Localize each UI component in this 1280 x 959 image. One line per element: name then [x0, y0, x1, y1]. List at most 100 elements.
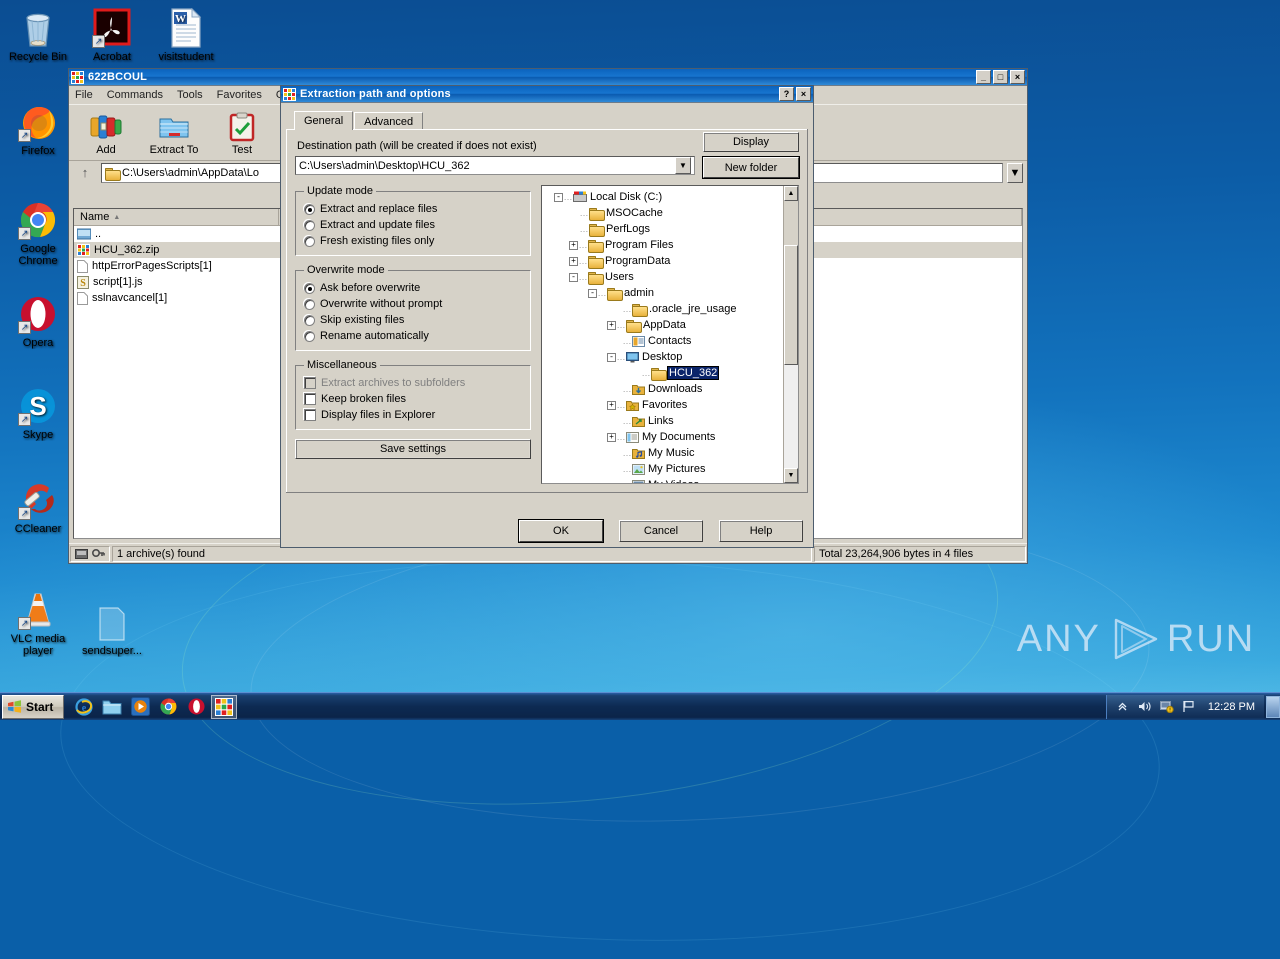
radio-icon[interactable] — [304, 282, 315, 294]
tree-toggle-expand-icon[interactable]: + — [607, 432, 616, 442]
tree-toggle-collapse-icon[interactable]: - — [554, 192, 563, 202]
tree-node-my-documents[interactable]: + … My Documents — [544, 429, 783, 445]
checkbox-icon[interactable] — [304, 409, 316, 421]
dialog-tabs[interactable]: General Advanced — [286, 111, 808, 130]
desktop-icon-sendsuper[interactable]: sendsuper... — [76, 600, 148, 657]
desktop-icon-vlc[interactable]: ↗ VLC media player — [2, 588, 74, 657]
new-folder-button[interactable]: New folder — [703, 157, 799, 178]
cancel-button[interactable]: Cancel — [619, 520, 703, 542]
quick-launch-bar[interactable]: e — [68, 694, 240, 719]
desktop-icon-firefox[interactable]: ↗ Firefox — [2, 100, 74, 157]
toolbar-test-button[interactable]: Test — [209, 110, 275, 156]
menu-tools[interactable]: Tools — [177, 89, 203, 101]
dialog-close-button[interactable]: × — [796, 87, 811, 101]
radio-icon[interactable] — [304, 235, 315, 247]
tree-vertical-scrollbar[interactable]: ▲ ▼ — [783, 186, 798, 483]
radio-icon[interactable] — [304, 330, 315, 342]
taskbar-item-windows-explorer[interactable] — [99, 695, 125, 719]
tree-toggle-collapse-icon[interactable]: - — [607, 352, 616, 362]
tree-node-favorites[interactable]: + … Favorites — [544, 397, 783, 413]
desktop-icon-acrobat[interactable]: ↗ Acrobat — [76, 6, 148, 63]
checkbox-display-files-in-explorer[interactable]: Display files in Explorer — [304, 407, 524, 423]
desktop-icon-skype[interactable]: S ↗ Skype — [2, 384, 74, 441]
tree-toggle-expand-icon[interactable]: + — [569, 240, 578, 250]
tree-toggle-collapse-icon[interactable]: - — [569, 272, 578, 282]
menu-file[interactable]: File — [75, 89, 93, 101]
radio-icon[interactable] — [304, 219, 315, 231]
tree-node-appdata[interactable]: + … AppData — [544, 317, 783, 333]
menu-favorites[interactable]: Favorites — [217, 89, 262, 101]
minimize-button[interactable]: _ — [976, 70, 991, 84]
tree-node-perflogs[interactable]: … PerfLogs — [544, 221, 783, 237]
radio-extract-and-replace[interactable]: Extract and replace files — [304, 201, 524, 217]
volume-button[interactable] — [1137, 699, 1153, 715]
start-button[interactable]: Start — [2, 694, 65, 719]
winrar-window-controls[interactable]: _ □ × — [976, 70, 1025, 84]
dialog-help-button[interactable]: ? — [779, 87, 794, 101]
radio-skip-existing-files[interactable]: Skip existing files — [304, 312, 524, 328]
tree-toggle-expand-icon[interactable]: + — [607, 400, 616, 410]
extraction-dialog[interactable]: Extraction path and options ? × General … — [280, 85, 814, 548]
ok-button[interactable]: OK — [519, 520, 603, 542]
tree-node-my-videos[interactable]: … My Videos — [544, 477, 783, 483]
taskbar-item-winrar[interactable] — [211, 694, 238, 719]
address-dropdown-arrow-icon[interactable]: ▼ — [1007, 162, 1023, 183]
tree-toggle-expand-icon[interactable]: + — [607, 320, 616, 330]
tree-node-my-pictures[interactable]: … My Pictures — [544, 461, 783, 477]
maximize-button[interactable]: □ — [993, 70, 1008, 84]
checkbox-icon[interactable] — [304, 393, 316, 405]
radio-rename-automatically[interactable]: Rename automatically — [304, 328, 524, 344]
tree-node-msocache[interactable]: … MSOCache — [544, 205, 783, 221]
toolbar-add-button[interactable]: Add — [73, 110, 139, 156]
scroll-up-arrow-icon[interactable]: ▲ — [784, 186, 798, 201]
tree-toggle-expand-icon[interactable]: + — [569, 256, 578, 266]
system-tray[interactable]: ! 12:28 PM — [1105, 694, 1264, 719]
up-one-level-button[interactable]: ↑ — [73, 163, 97, 183]
desktop-icon-ccleaner[interactable]: ↗ CCleaner — [2, 478, 74, 535]
tree-node-admin[interactable]: - … admin — [544, 285, 783, 301]
checkbox-keep-broken-files[interactable]: Keep broken files — [304, 391, 524, 407]
chevron-down-icon[interactable]: ▼ — [675, 157, 691, 174]
close-button[interactable]: × — [1010, 70, 1025, 84]
taskbar-item-media-player[interactable] — [127, 695, 153, 719]
desktop-icon-recycle-bin[interactable]: Recycle Bin — [2, 6, 74, 63]
destination-path-input[interactable]: C:\Users\admin\Desktop\HCU_362 ▼ — [295, 156, 695, 175]
tree-node-contacts[interactable]: … Contacts — [544, 333, 783, 349]
tree-node-rename-input[interactable]: HCU_362 — [666, 366, 720, 380]
radio-icon[interactable] — [304, 298, 315, 310]
action-center-button[interactable] — [1181, 699, 1197, 715]
radio-icon[interactable] — [304, 203, 315, 215]
tab-advanced[interactable]: Advanced — [354, 112, 424, 130]
radio-fresh-existing-only[interactable]: Fresh existing files only — [304, 233, 524, 249]
tab-general[interactable]: General — [294, 111, 354, 130]
tree-node-programdata[interactable]: + … ProgramData — [544, 253, 783, 269]
radio-extract-and-update[interactable]: Extract and update files — [304, 217, 524, 233]
taskbar-clock[interactable]: 12:28 PM — [1203, 701, 1260, 713]
radio-icon[interactable] — [304, 314, 315, 326]
toolbar-extract-to-button[interactable]: Extract To — [141, 110, 207, 156]
scrollbar-track[interactable] — [784, 365, 798, 468]
dialog-window-controls[interactable]: ? × — [779, 87, 811, 101]
radio-ask-before-overwrite[interactable]: Ask before overwrite — [304, 280, 524, 296]
tree-node-local-disk[interactable]: - … Local Disk (C:) — [544, 189, 783, 205]
taskbar-item-chrome[interactable] — [155, 695, 181, 719]
column-header-name[interactable]: Name ▲ — [74, 209, 279, 225]
tree-node-oracle-jre-usage[interactable]: … .oracle_jre_usage — [544, 301, 783, 317]
taskbar[interactable]: Start e ! 12:28 PM — [0, 692, 1280, 720]
scroll-down-arrow-icon[interactable]: ▼ — [784, 468, 798, 483]
display-button[interactable]: Display — [703, 132, 799, 152]
desktop-icon-opera[interactable]: ↗ Opera — [2, 292, 74, 349]
menu-commands[interactable]: Commands — [107, 89, 163, 101]
tree-toggle-collapse-icon[interactable]: - — [588, 288, 597, 298]
scrollbar-thumb[interactable] — [784, 245, 798, 365]
tree-node-program-files[interactable]: + … Program Files — [544, 237, 783, 253]
show-desktop-button[interactable] — [1266, 695, 1280, 718]
dialog-titlebar[interactable]: Extraction path and options ? × — [281, 86, 813, 103]
tree-node-desktop[interactable]: - … Desktop — [544, 349, 783, 365]
taskbar-item-internet-explorer[interactable]: e — [71, 695, 97, 719]
radio-overwrite-without-prompt[interactable]: Overwrite without prompt — [304, 296, 524, 312]
destination-folder-tree[interactable]: - … Local Disk (C:) … MSOCache … PerfLog… — [541, 185, 799, 484]
desktop-icon-google-chrome[interactable]: ↗ Google Chrome — [2, 198, 74, 267]
save-settings-button[interactable]: Save settings — [295, 439, 531, 459]
tree-node-hcu-362[interactable]: … HCU_362 — [544, 365, 783, 381]
